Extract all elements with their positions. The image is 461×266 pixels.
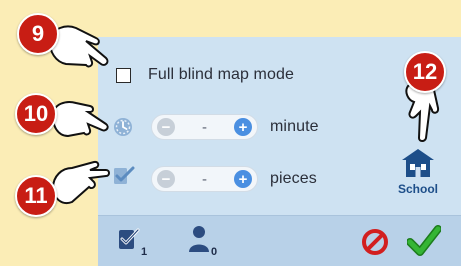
school-label: School	[397, 182, 438, 196]
time-increment-button[interactable]: +	[234, 118, 252, 136]
timer-icon	[114, 118, 132, 136]
time-unit-label: minute	[270, 118, 319, 135]
school-icon	[402, 149, 434, 177]
cancel-icon[interactable]	[362, 229, 388, 255]
confirm-icon[interactable]	[407, 225, 441, 257]
pieces-increment-button[interactable]: +	[234, 170, 252, 188]
callout-badge-10: 10	[15, 93, 57, 135]
time-value[interactable]: -	[202, 119, 207, 136]
checklist-icon	[114, 166, 135, 184]
pointing-hand-icon	[51, 101, 109, 138]
checked-count: 1	[141, 246, 148, 258]
pieces-stepper: − - +	[151, 166, 258, 192]
time-decrement-button[interactable]: −	[157, 118, 175, 136]
callout-badge-11: 11	[15, 175, 57, 217]
pieces-decrement-button[interactable]: −	[157, 170, 175, 188]
pieces-unit-label: pieces	[270, 170, 317, 187]
callout-badge-12: 12	[404, 51, 446, 93]
full-blind-map-label: Full blind map mode	[148, 66, 294, 83]
school-button[interactable]: School	[388, 148, 448, 196]
checked-count-icon[interactable]	[117, 226, 141, 252]
pointing-hand-icon	[51, 160, 110, 204]
callout-badge-9: 9	[17, 13, 59, 55]
pieces-value[interactable]: -	[202, 171, 207, 188]
full-blind-map-option[interactable]: Full blind map mode	[116, 66, 294, 84]
time-stepper: − - +	[151, 114, 258, 140]
full-blind-map-checkbox[interactable]	[116, 67, 131, 83]
user-count: 0	[211, 246, 218, 258]
user-count-icon[interactable]	[188, 225, 212, 253]
